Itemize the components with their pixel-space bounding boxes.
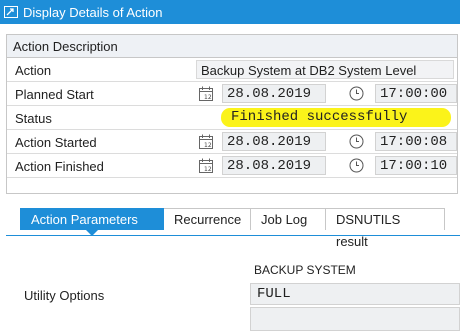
clock-icon[interactable]: [349, 134, 364, 149]
panel-heading: Action Description: [7, 35, 457, 58]
action-label: Action: [15, 63, 52, 78]
status-label: Status: [15, 111, 52, 126]
utility-options-field-continued: [250, 307, 460, 331]
tab-dsnutils-result[interactable]: DSNUTILS result: [325, 208, 445, 249]
svg-text:12: 12: [204, 166, 212, 173]
action-started-time: 17:00:08: [375, 132, 457, 151]
planned-start-date: 28.08.2019: [222, 84, 326, 103]
utility-options-label: Utility Options: [24, 288, 105, 303]
action-finished-time: 17:00:10: [375, 156, 457, 175]
tab-recurrence[interactable]: Recurrence: [163, 208, 251, 230]
clock-icon[interactable]: [349, 86, 364, 101]
calendar-icon[interactable]: 12: [199, 86, 213, 101]
action-started-date: 28.08.2019: [222, 132, 326, 151]
row-action-started: Action Started 12 28.08.2019 17:00:08: [7, 130, 457, 154]
row-action-finished: Action Finished 12 28.08.2019 17:00:10: [7, 154, 457, 178]
planned-start-time: 17:00:00: [375, 84, 457, 103]
display-details-icon: [4, 6, 18, 18]
svg-text:12: 12: [204, 142, 212, 149]
action-started-label: Action Started: [15, 135, 97, 150]
action-finished-date: 28.08.2019: [222, 156, 326, 175]
utility-options-field: FULL: [250, 283, 460, 305]
calendar-icon[interactable]: 12: [199, 134, 213, 149]
row-status: Status Finished successfully: [7, 106, 457, 130]
planned-start-label: Planned Start: [15, 87, 94, 102]
window-title-bar: Display Details of Action: [0, 0, 460, 24]
window-title: Display Details of Action: [23, 4, 163, 20]
action-finished-label: Action Finished: [15, 159, 104, 174]
tab-divider: [6, 235, 460, 236]
row-action: Action Backup System at DB2 System Level: [7, 58, 457, 82]
svg-text:12: 12: [204, 94, 212, 101]
section-heading: BACKUP SYSTEM: [254, 263, 356, 277]
action-description-panel: Action Description Action Backup System …: [6, 34, 458, 194]
tab-strip: Action Parameters Recurrence Job Log DSN…: [20, 208, 445, 249]
tab-job-log[interactable]: Job Log: [250, 208, 326, 230]
clock-icon[interactable]: [349, 158, 364, 173]
status-value: Finished successfully: [221, 108, 451, 127]
row-planned-start: Planned Start 12 28.08.2019 17:00:00: [7, 82, 457, 106]
calendar-icon[interactable]: 12: [199, 158, 213, 173]
action-value: Backup System at DB2 System Level: [196, 60, 454, 79]
tab-action-parameters[interactable]: Action Parameters: [20, 208, 164, 236]
